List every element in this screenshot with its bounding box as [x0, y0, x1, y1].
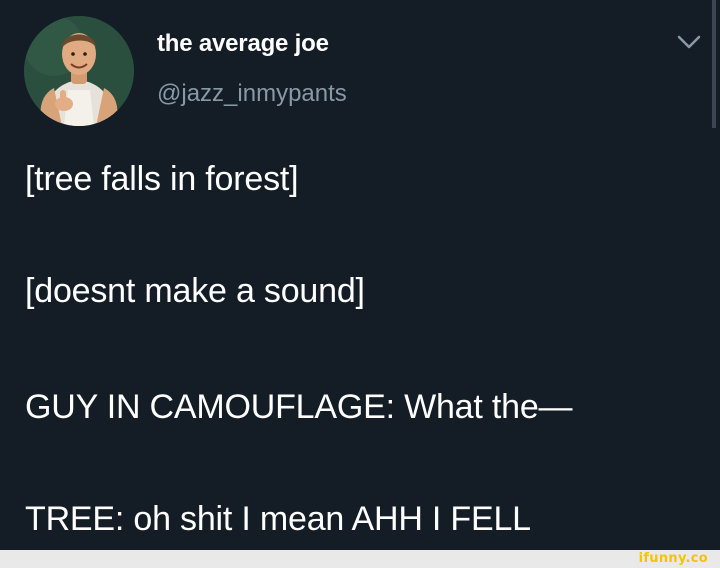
- tweet-card: the average joe @jazz_inmypants [tree fa…: [0, 0, 720, 568]
- person-avatar-icon: [24, 16, 134, 126]
- tweet-text-line: TREE: oh shit I mean AHH I FELL: [25, 500, 531, 538]
- scroll-edge: [712, 0, 716, 128]
- tweet-text-line: GUY IN CAMOUFLAGE: What the—: [25, 388, 573, 426]
- watermark-strip: [0, 550, 720, 568]
- ifunny-watermark: ifunny.co: [634, 550, 712, 568]
- chevron-down-icon[interactable]: [676, 32, 702, 52]
- author-handle[interactable]: @jazz_inmypants: [157, 80, 347, 108]
- tweet-text-line: [tree falls in forest]: [25, 160, 299, 198]
- tweet-text-line: [doesnt make a sound]: [25, 272, 365, 310]
- avatar[interactable]: [24, 16, 134, 126]
- author-display-name[interactable]: the average joe: [157, 30, 329, 58]
